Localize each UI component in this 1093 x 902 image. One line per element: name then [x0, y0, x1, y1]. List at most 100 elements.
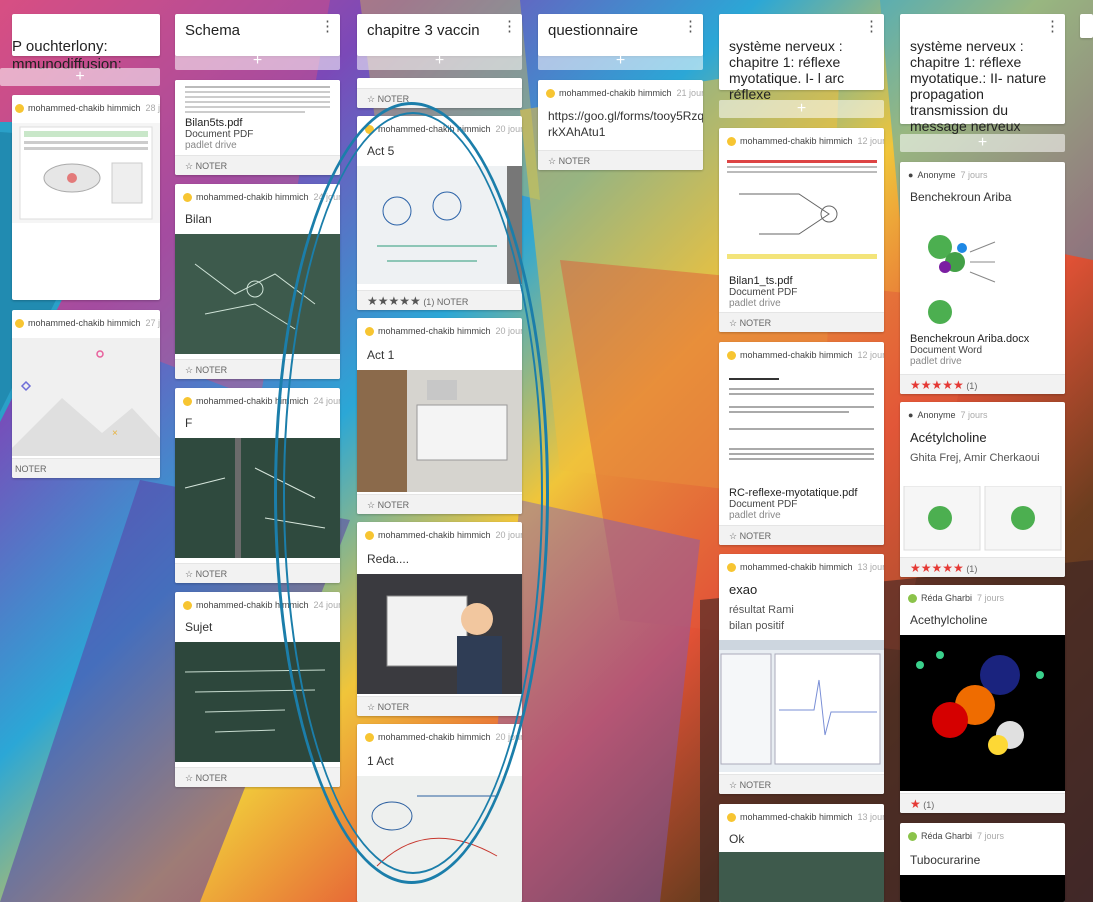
rating-bar[interactable]: ★★★★★ (1) — [900, 374, 1065, 394]
post-card[interactable]: mohammed-chakib himmich 13 jours exao rés… — [719, 554, 884, 794]
post-title: Bilan — [185, 212, 212, 226]
rate-button[interactable]: ☆ NOTER — [719, 774, 884, 794]
post-link[interactable]: https://goo.gl/forms/tooy5Rzq rkXAhAtu1 — [548, 108, 703, 140]
post-card[interactable]: Réda Gharbi 7 jours Acethylcholine ★ (1) — [900, 585, 1065, 813]
highlight-oval-inner — [283, 112, 543, 874]
rate-button[interactable]: ☆ NOTER — [357, 88, 522, 108]
post-time: 12 jours — [857, 136, 884, 146]
post-card[interactable]: ● Anonyme 7 jours Acétylcholine Ghita Frej… — [900, 402, 1065, 577]
star-outline-icon: ☆ — [185, 569, 196, 579]
molecule-image[interactable] — [900, 212, 1065, 330]
post-time: 27 jours — [145, 318, 160, 328]
add-post-bar[interactable]: + — [175, 52, 340, 70]
document-thumbnail[interactable] — [719, 154, 884, 272]
post-card[interactable]: mohammed-chakib himmich 12 jours Bilan1_t… — [719, 128, 884, 332]
column-header-schema[interactable]: Schema ⋮ — [175, 14, 340, 56]
document-type: Document PDF — [729, 287, 798, 298]
molecule-image[interactable] — [900, 635, 1065, 791]
avatar — [183, 193, 192, 203]
document-preview-image — [19, 126, 153, 220]
add-post-bar[interactable]: + — [538, 52, 703, 70]
post-card[interactable]: mohammed-chakib himmich 21 jours https://… — [538, 80, 703, 170]
document-thumbnail[interactable] — [175, 80, 340, 122]
column-header-systeme-nerveux-2[interactable]: système nerveux : chapitre 1: réflexe my… — [900, 14, 1065, 134]
column-header-systeme-nerveux-1[interactable]: système nerveux : chapitre 1: réflexe my… — [719, 14, 884, 102]
avatar — [546, 89, 555, 99]
column-title: Schema — [185, 22, 241, 39]
author-name: mohammed-chakib himmich — [740, 136, 853, 146]
molecule-images[interactable] — [900, 486, 1065, 554]
rate-button[interactable]: NOTER — [12, 458, 160, 478]
star-outline-icon: ☆ — [367, 94, 378, 104]
post-card[interactable]: mohammed-chakib himmich 27 jours × NOTER — [12, 310, 160, 478]
post-time: 13 jours — [857, 562, 884, 572]
add-post-bar[interactable]: + — [900, 134, 1065, 152]
post-time: 12 jours — [857, 350, 884, 360]
column-menu-icon[interactable]: ⋮ — [502, 19, 517, 34]
star-rating[interactable]: ★★★★★ — [910, 378, 964, 392]
document-preview-image — [729, 378, 874, 460]
document-thumbnail[interactable] — [719, 368, 884, 486]
document-name: Bilan5ts.pdf — [185, 117, 243, 129]
author-name: mohammed-chakib himmich — [740, 812, 853, 822]
document-info: Benchekroun Ariba.docx Document Word pad… — [910, 334, 1029, 368]
post-card[interactable]: mohammed-chakib himmich 13 jours Ok — [719, 804, 884, 902]
rate-button[interactable]: ☆ NOTER — [175, 155, 340, 175]
post-card[interactable]: Réda Gharbi 7 jours Tubocurarine — [900, 823, 1065, 902]
image-preview[interactable] — [900, 875, 1065, 902]
document-type: Document PDF — [729, 499, 798, 510]
author-name: mohammed-chakib himmich — [196, 192, 309, 202]
post-card[interactable]: mohammed-chakib himmich 28 jours — [12, 95, 160, 300]
avatar — [908, 832, 917, 842]
software-screenshot[interactable] — [719, 640, 884, 772]
star-outline-icon: ☆ — [185, 365, 196, 375]
mountain-icon: × — [12, 350, 160, 456]
document-info: Bilan5ts.pdf Document PDF padlet drive — [185, 117, 253, 152]
rate-button[interactable]: ☆ NOTER — [719, 525, 884, 545]
document-preview-image — [185, 86, 330, 113]
column-header-next[interactable] — [1080, 14, 1093, 38]
post-card[interactable]: mohammed-chakib himmich 12 jours RC-refle… — [719, 342, 884, 545]
post-time: 7 jours — [977, 593, 1005, 603]
rate-button[interactable]: ☆ NOTER — [719, 312, 884, 332]
post-title: Benchekroun Ariba — [910, 190, 1012, 204]
add-post-bar[interactable]: + — [0, 68, 160, 86]
column-menu-icon[interactable]: ⋮ — [683, 19, 698, 34]
post-time: 7 jours — [960, 410, 988, 420]
document-source: padlet drive — [729, 298, 781, 309]
post-card[interactable]: ● Anonyme 7 jours Benchekroun Ariba Benche… — [900, 162, 1065, 394]
post-card[interactable]: ☆ NOTER — [357, 78, 522, 108]
post-time: 7 jours — [977, 831, 1005, 841]
anonymous-user-icon: ● — [908, 410, 914, 420]
rate-button[interactable]: ☆ NOTER — [538, 150, 703, 170]
star-rating[interactable]: ★ — [910, 797, 921, 811]
column-menu-icon[interactable]: ⋮ — [864, 19, 879, 34]
post-card[interactable]: Bilan5ts.pdf Document PDF padlet drive ☆… — [175, 80, 340, 175]
document-thumbnail[interactable] — [12, 123, 160, 223]
rate-label: NOTER — [15, 464, 47, 474]
column-title: chapitre 3 vaccin — [367, 22, 480, 39]
column-header-ouchterlony[interactable]: P ouchterlony: mmunodiffusion: — [12, 14, 160, 73]
screenshot-image — [719, 640, 884, 772]
star-rating[interactable]: ★★★★★ — [910, 561, 964, 575]
add-post-bar[interactable]: + — [719, 100, 884, 118]
chalkboard-photo[interactable] — [719, 852, 884, 902]
post-title: Sujet — [185, 620, 213, 634]
post-time: 28 jours — [145, 103, 160, 113]
column-menu-icon[interactable]: ⋮ — [1045, 19, 1060, 34]
author-name: mohammed-chakib himmich — [559, 88, 672, 98]
rate-label: NOTER — [739, 531, 772, 541]
column-header-questionnaire[interactable]: questionnaire ⋮ — [538, 14, 703, 56]
avatar — [727, 137, 736, 147]
post-time: 13 jours — [857, 812, 884, 822]
rating-bar[interactable]: ★ (1) — [900, 793, 1065, 813]
avatar — [727, 351, 736, 361]
column-header-chapitre-3-vaccin[interactable]: chapitre 3 vaccin ⋮ — [357, 14, 522, 56]
avatar — [727, 813, 736, 823]
rating-bar[interactable]: ★★★★★ (1) — [900, 557, 1065, 577]
avatar — [183, 397, 192, 407]
column-title: questionnaire — [548, 22, 639, 39]
add-post-bar[interactable]: + — [357, 52, 522, 70]
column-title: système nerveux : chapitre 1: réflexe my… — [910, 38, 1047, 134]
column-menu-icon[interactable]: ⋮ — [320, 19, 335, 34]
